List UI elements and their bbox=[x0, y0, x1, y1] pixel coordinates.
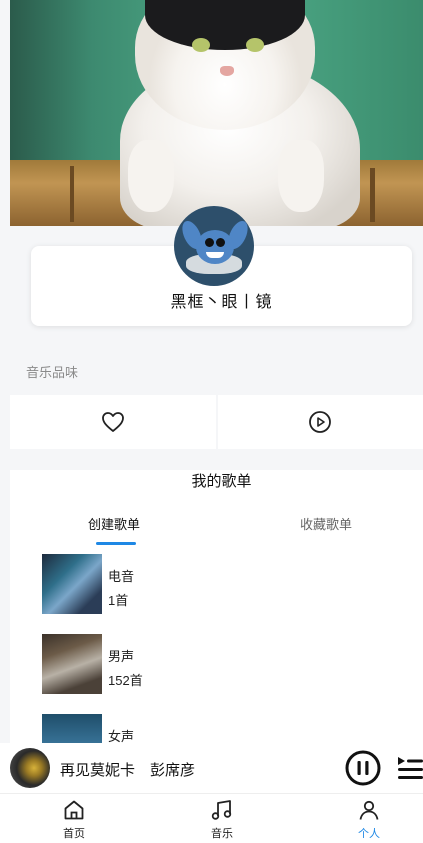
pause-icon[interactable] bbox=[345, 750, 381, 786]
avatar-eye-right bbox=[216, 238, 225, 247]
taste-liked-button[interactable] bbox=[10, 395, 216, 449]
heart-icon bbox=[101, 412, 124, 432]
playlist-cover bbox=[42, 634, 102, 694]
playlist-count: 152首 bbox=[108, 673, 143, 688]
tab-profile[interactable]: 个人 bbox=[339, 794, 399, 843]
music-note-icon bbox=[211, 800, 232, 820]
tab-home[interactable]: 首页 bbox=[44, 794, 104, 843]
username: 黑框丶眼丨镜 bbox=[170, 294, 273, 311]
player-song-title: 再见莫妮卡 bbox=[60, 762, 136, 779]
playlist-item[interactable]: 电音 1首 bbox=[42, 554, 402, 614]
cover-cat-nose bbox=[220, 66, 234, 76]
my-playlists-title: 我的歌单 bbox=[191, 473, 252, 490]
tab-favorited-playlists[interactable]: 收藏歌单 bbox=[300, 514, 352, 533]
playlist-name: 电音 bbox=[108, 569, 135, 584]
playlist-queue-icon[interactable] bbox=[396, 753, 423, 783]
player-album-art[interactable] bbox=[10, 748, 50, 788]
tab-music-label: 音乐 bbox=[211, 828, 233, 840]
cover-cat-paw-left bbox=[128, 140, 174, 212]
player-artist: 彭席彦 bbox=[150, 762, 196, 779]
avatar-eye-left bbox=[205, 238, 214, 247]
playlist-item[interactable]: 男声 152首 bbox=[42, 634, 402, 694]
music-taste-title: 音乐品味 bbox=[26, 365, 79, 380]
cover-cat-eye-right bbox=[246, 38, 264, 52]
cover-cat-paw-right bbox=[278, 140, 324, 212]
active-tab-indicator bbox=[96, 542, 136, 545]
tab-created-playlists[interactable]: 创建歌单 bbox=[88, 514, 140, 533]
play-circle-icon bbox=[309, 411, 332, 433]
home-icon bbox=[64, 800, 84, 820]
playlist-cover bbox=[42, 554, 102, 614]
mini-player[interactable]: 再见莫妮卡 彭席彦 bbox=[0, 743, 423, 793]
cover-cat-eye-left bbox=[192, 38, 210, 52]
tab-profile-label: 个人 bbox=[358, 828, 380, 840]
taste-recent-button[interactable] bbox=[217, 395, 423, 449]
avatar[interactable] bbox=[174, 206, 254, 286]
person-icon bbox=[359, 800, 379, 820]
playlist-tabs: 创建歌单 收藏歌单 bbox=[10, 514, 423, 545]
playlist-count: 1首 bbox=[108, 593, 129, 608]
profile-cover-image bbox=[10, 0, 423, 226]
avatar-face bbox=[196, 230, 234, 264]
tab-music[interactable]: 音乐 bbox=[192, 794, 252, 843]
tab-home-label: 首页 bbox=[63, 828, 85, 840]
music-taste-row bbox=[10, 395, 423, 449]
playlist-name: 男声 bbox=[108, 649, 135, 664]
bottom-tab-bar: 首页 音乐 个人 bbox=[0, 793, 423, 843]
